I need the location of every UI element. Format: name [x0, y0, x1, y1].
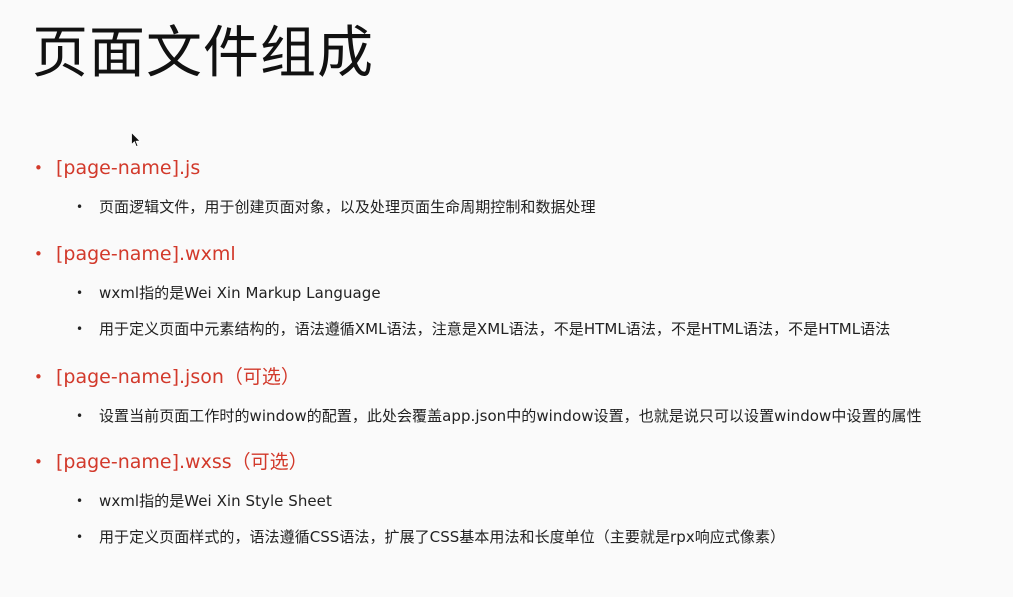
slide-title: 页面文件组成 [32, 21, 374, 86]
list-item-text: 设置当前页面工作时的window的配置，此处会覆盖app.json中的windo… [99, 407, 922, 425]
list-item-text: 用于定义页面样式的，语法遵循CSS语法，扩展了CSS基本用法和长度单位（主要就是… [99, 528, 786, 546]
section-heading-text: [page-name].wxss（可选） [56, 451, 308, 473]
bullet-level-1: • [34, 245, 43, 263]
list-item-text: 页面逻辑文件，用于创建页面对象，以及处理页面生命周期控制和数据处理 [99, 198, 596, 216]
bullet-level-1: • [34, 159, 43, 177]
section-heading-text: [page-name].json（可选） [56, 366, 300, 388]
list-item-text: wxml指的是Wei Xin Style Sheet [99, 492, 332, 510]
section-heading-text: [page-name].wxml [56, 243, 236, 265]
bullet-level-2: • [76, 286, 84, 300]
bullet-level-2: • [76, 200, 84, 214]
bullet-level-1: • [34, 368, 43, 386]
bullet-level-2: • [76, 494, 84, 508]
bullet-level-1: • [34, 453, 43, 471]
bullet-level-2: • [76, 409, 84, 423]
mouse-pointer-icon [131, 132, 141, 148]
list-item-text: wxml指的是Wei Xin Markup Language [99, 284, 381, 302]
section-heading-text: [page-name].js [56, 157, 201, 179]
bullet-level-2: • [76, 530, 84, 544]
bullet-level-2: • [76, 322, 84, 336]
list-item-text: 用于定义页面中元素结构的，语法遵循XML语法，注意是XML语法，不是HTML语法… [99, 320, 891, 338]
